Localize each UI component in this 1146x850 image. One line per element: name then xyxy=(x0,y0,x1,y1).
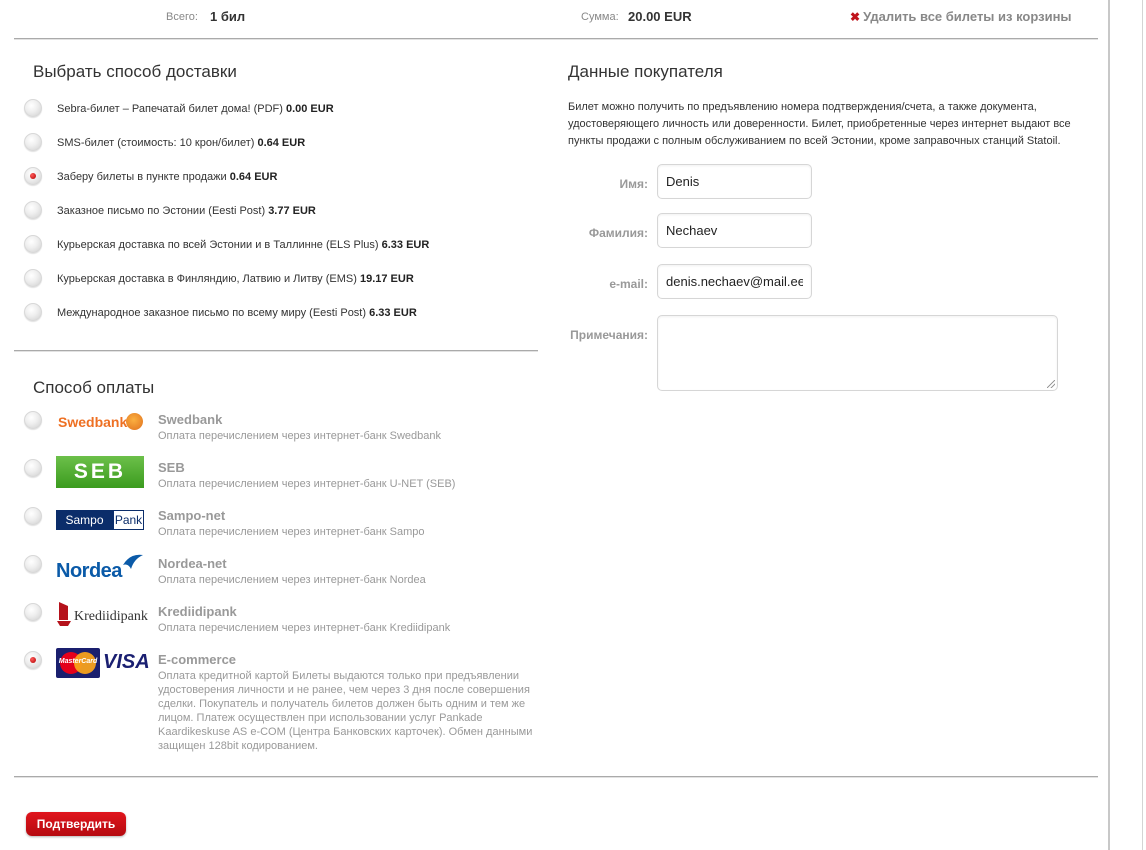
email-field[interactable] xyxy=(657,264,812,299)
payment-desc: Оплата перечислением через интернет-банк… xyxy=(158,430,442,442)
payment-name: E-commerce xyxy=(158,652,237,667)
payment-name: Nordea-net xyxy=(158,556,227,571)
last-name-field[interactable] xyxy=(657,213,812,248)
delivery-option-label: Курьерская доставка по всей Эстонии и в … xyxy=(57,239,379,251)
payment-radio[interactable] xyxy=(24,411,42,429)
mastercard-icon: MasterCard xyxy=(56,648,100,678)
page-frame-border xyxy=(1108,0,1110,850)
clear-cart-label: Удалить все билеты из корзины xyxy=(863,9,1072,24)
delivery-radio[interactable] xyxy=(24,133,42,151)
payment-desc: Оплата перечислением через интернет-банк… xyxy=(158,574,426,586)
email-label: e-mail: xyxy=(609,277,648,291)
buyer-info-text: Билет можно получить по предъявлению ном… xyxy=(568,101,1071,147)
sampo-logo: Sampo Pank xyxy=(56,510,144,530)
divider xyxy=(14,776,1098,778)
notes-label: Примечания: xyxy=(570,328,648,342)
delivery-radio[interactable] xyxy=(24,201,42,219)
confirm-button[interactable]: Подтвердить xyxy=(26,812,126,836)
resize-handle-icon[interactable] xyxy=(1047,380,1055,388)
visa-icon: VISA xyxy=(103,651,150,673)
ship-icon xyxy=(57,602,71,626)
payment-desc: Оплата перечислением через интернет-банк… xyxy=(158,478,456,490)
payment-desc: Оплата перечислением через интернет-банк… xyxy=(158,526,425,538)
delivery-option-price: 6.33 EUR xyxy=(369,307,417,319)
payment-desc: Оплата перечислением через интернет-банк… xyxy=(158,622,451,634)
delivery-option-label: SMS-билет (стоимость: 10 крон/билет) xyxy=(57,137,255,149)
delivery-radio[interactable] xyxy=(24,99,42,117)
close-icon: ✖ xyxy=(850,10,861,24)
delivery-title: Выбрать способ доставки xyxy=(33,62,237,81)
payment-radio[interactable] xyxy=(24,507,42,525)
payment-radio[interactable] xyxy=(24,459,42,477)
cards-logo: MasterCard VISA xyxy=(56,648,150,678)
delivery-option-price: 3.77 EUR xyxy=(268,205,316,217)
sum-value: 20.00 EUR xyxy=(628,9,692,24)
delivery-option-label: Sebra-билет – Рапечатай билет дома! (PDF… xyxy=(57,103,283,115)
nordea-logo: Nordea xyxy=(56,551,144,583)
delivery-radio[interactable] xyxy=(24,167,42,185)
payment-name: SEB xyxy=(158,460,185,475)
delivery-option-label: Курьерская доставка в Финляндию, Латвию … xyxy=(57,273,357,285)
first-name-field[interactable] xyxy=(657,164,812,199)
nordea-wave-icon xyxy=(123,554,143,569)
delivery-option-label: Заберу билеты в пункте продажи xyxy=(57,171,227,183)
last-name-label: Фамилия: xyxy=(588,226,648,240)
buyer-title: Данные покупателя xyxy=(568,62,723,81)
sum-label: Сумма: xyxy=(581,11,619,23)
notes-textarea[interactable] xyxy=(657,315,1058,391)
delivery-option-price: 0.64 EUR xyxy=(257,137,306,149)
cart-summary: Всего: 1 бил Сумма: 20.00 EUR ✖ Удалить в… xyxy=(14,0,1098,38)
delivery-option-price: 0.00 EUR xyxy=(285,103,334,115)
payment-name: Krediidipank xyxy=(158,604,237,619)
delivery-option-price: 0.64 EUR xyxy=(229,171,278,183)
payment-radio[interactable] xyxy=(24,603,42,621)
payment-title: Способ оплаты xyxy=(33,378,155,397)
first-name-label: Имя: xyxy=(619,177,649,191)
delivery-option-price: 19.17 EUR xyxy=(359,273,414,285)
seb-logo: SEB xyxy=(56,456,144,488)
total-label: Всего: xyxy=(166,11,198,23)
delivery-radio[interactable] xyxy=(24,235,42,253)
payment-radio[interactable] xyxy=(24,651,42,669)
krediidipank-logo: Krediidipank xyxy=(56,600,148,632)
payment-desc: Оплата кредитной картой Билеты выдаются … xyxy=(158,670,533,752)
delivery-radio[interactable] xyxy=(24,269,42,287)
swedbank-oak-icon xyxy=(126,413,143,430)
divider xyxy=(14,350,538,352)
payment-radio[interactable] xyxy=(24,555,42,573)
delivery-radio[interactable] xyxy=(24,303,42,321)
clear-cart-link[interactable]: ✖ Удалить все билеты из корзины xyxy=(850,9,1072,24)
delivery-option-label: Заказное письмо по Эстонии (Eesti Post) xyxy=(57,205,266,217)
payment-name: Sampo-net xyxy=(158,508,226,523)
swedbank-logo: Swedbank xyxy=(56,408,144,440)
total-value: 1 бил xyxy=(210,9,246,24)
scroll-edge xyxy=(1142,0,1143,850)
payment-name: Swedbank xyxy=(158,412,223,427)
delivery-option-label: Международное заказное письмо по всему м… xyxy=(57,307,367,319)
delivery-option-price: 6.33 EUR xyxy=(381,239,430,251)
divider xyxy=(14,38,1098,40)
